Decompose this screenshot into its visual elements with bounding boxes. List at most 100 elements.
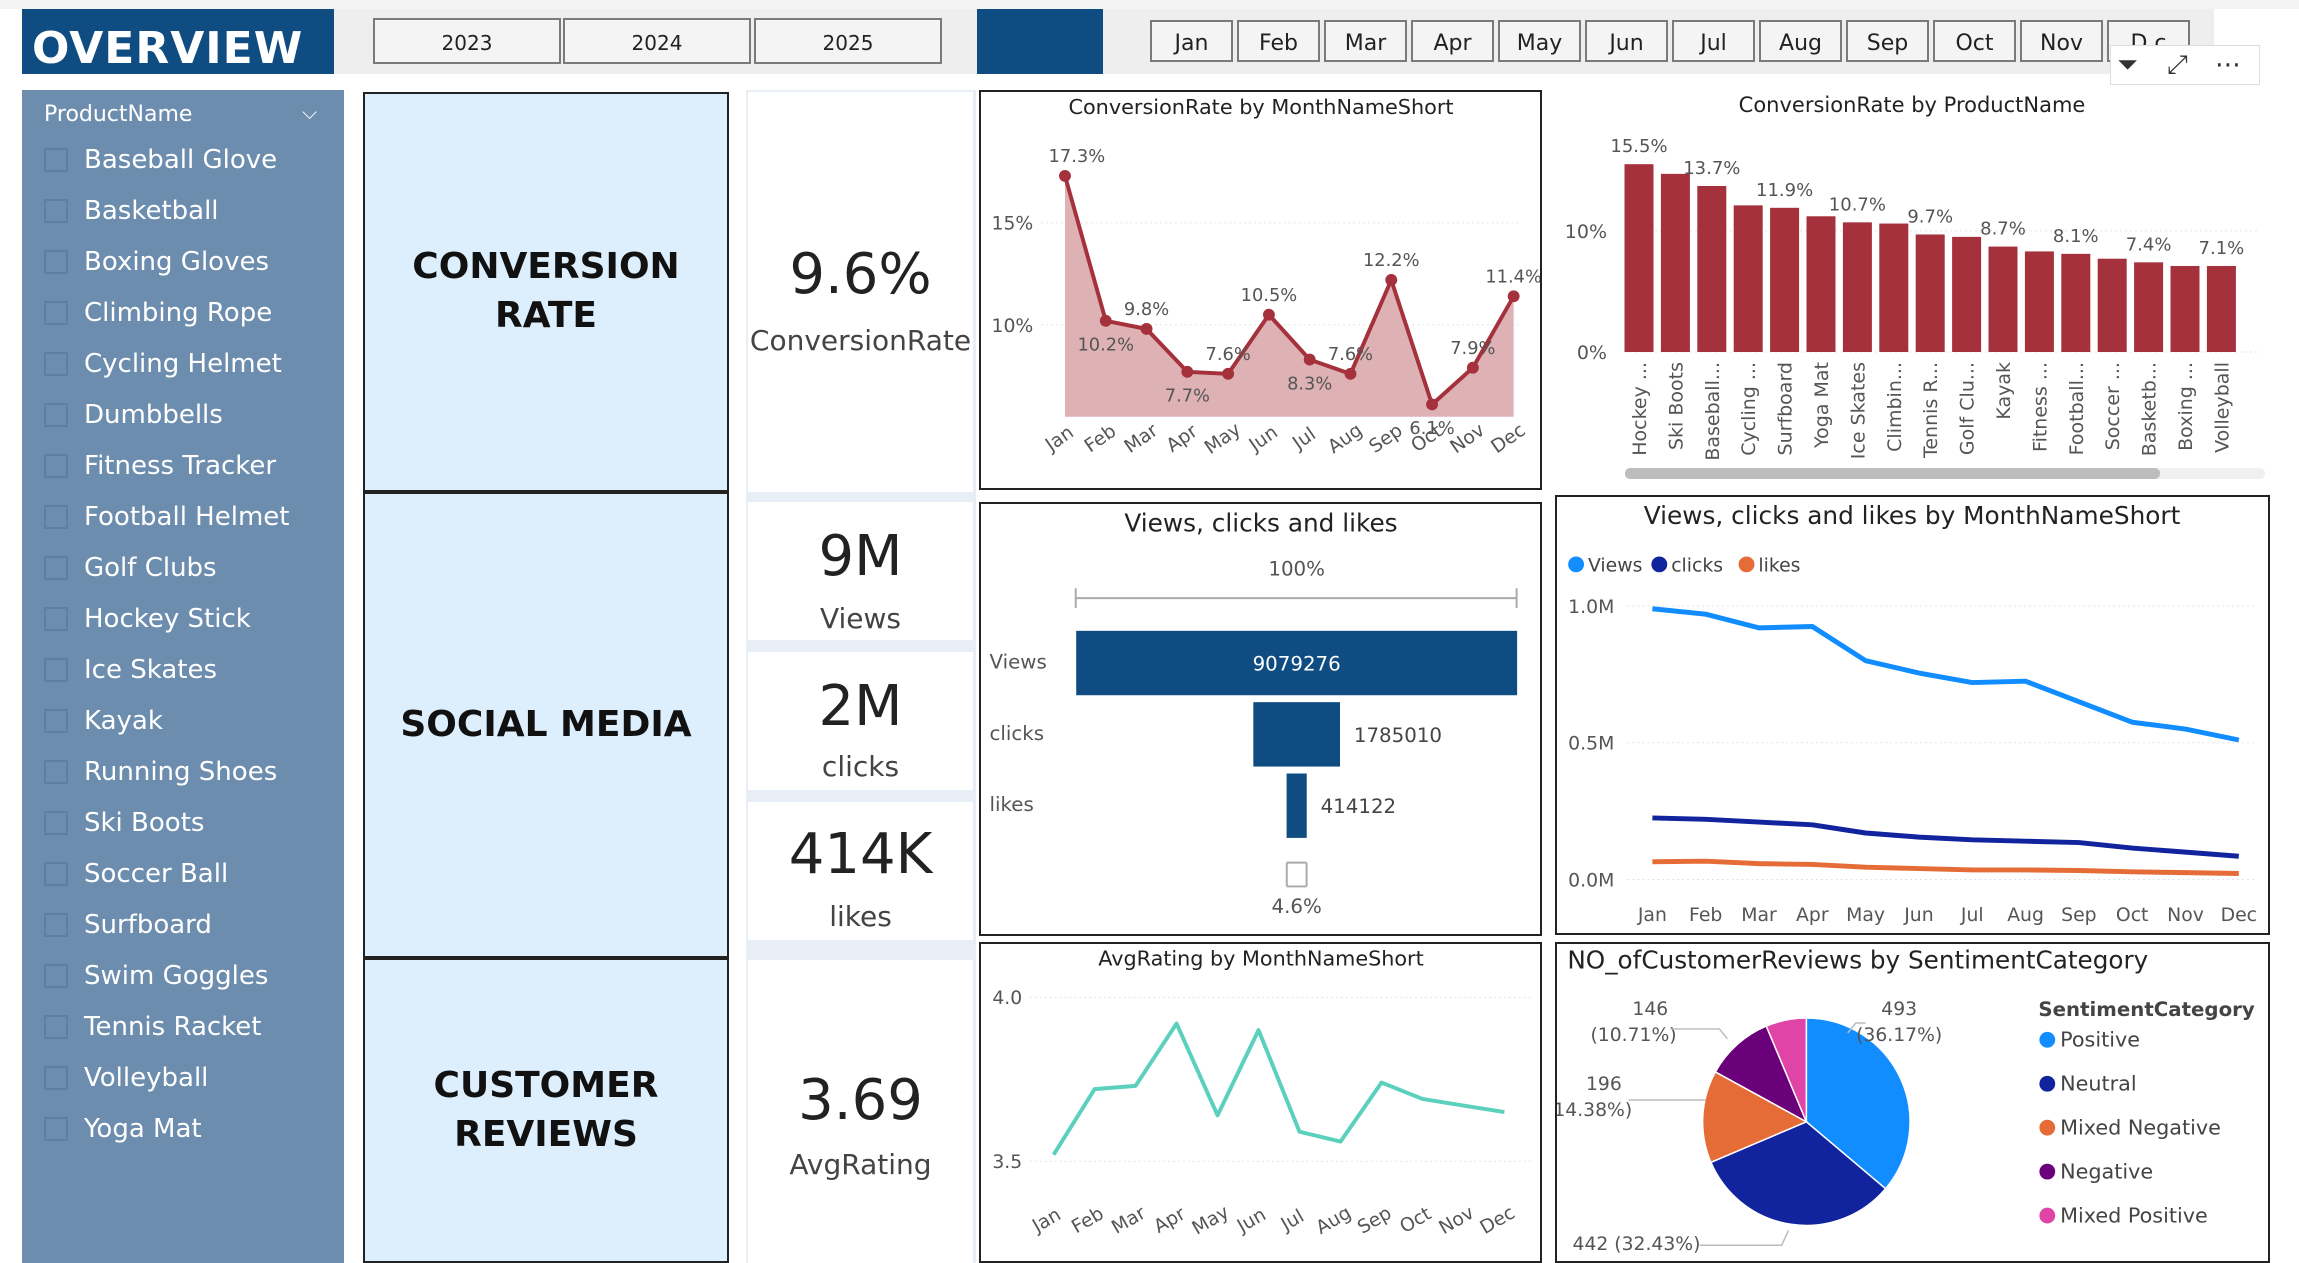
product-bar[interactable] xyxy=(2024,251,2054,352)
data-point[interactable] xyxy=(1344,367,1357,380)
month-button[interactable]: Jul xyxy=(1672,20,1755,62)
month-button[interactable]: Oct xyxy=(1933,20,2016,62)
funnel-chart[interactable]: Views, clicks and likes 100% Views 9079276 c… xyxy=(979,502,1542,936)
conversion-by-product-chart[interactable]: ConversionRate by ProductName 0% 10% 15.5% H… xyxy=(1555,90,2270,490)
data-point[interactable] xyxy=(1385,274,1398,286)
focus-mode-icon[interactable]: ⤢ xyxy=(2167,50,2188,81)
product-bar[interactable] xyxy=(1988,246,2018,352)
checkbox[interactable] xyxy=(44,964,68,988)
slicer-item[interactable]: Volleyball xyxy=(44,1058,208,1098)
product-bar[interactable] xyxy=(2170,265,2200,352)
product-bar[interactable] xyxy=(1770,207,1800,352)
product-bar[interactable] xyxy=(1842,222,1872,352)
funnel-bar[interactable] xyxy=(1286,773,1307,838)
slicer-item[interactable]: Kayak xyxy=(44,701,163,741)
checkbox[interactable] xyxy=(44,352,68,376)
checkbox[interactable] xyxy=(44,250,68,274)
slicer-item[interactable]: Fitness Tracker xyxy=(44,446,276,486)
data-point[interactable] xyxy=(1466,361,1479,374)
checkbox[interactable] xyxy=(44,1117,68,1141)
data-point[interactable] xyxy=(1059,169,1071,182)
data-point[interactable] xyxy=(1181,365,1194,378)
product-bar[interactable] xyxy=(1624,164,1654,352)
month-button[interactable]: Mar xyxy=(1324,20,1407,62)
data-point[interactable] xyxy=(1303,353,1316,366)
slicer-item[interactable]: Dumbbells xyxy=(44,395,223,435)
rating-line[interactable] xyxy=(1051,1021,1505,1156)
slicer-item[interactable]: Golf Clubs xyxy=(44,548,217,588)
data-point[interactable] xyxy=(1426,398,1439,411)
checkbox[interactable] xyxy=(44,862,68,886)
slicer-item[interactable]: Boxing Gloves xyxy=(44,242,269,282)
checkbox[interactable] xyxy=(44,1015,68,1039)
checkbox[interactable] xyxy=(44,505,68,529)
slicer-item[interactable]: Hockey Stick xyxy=(44,599,251,639)
slicer-item[interactable]: Soccer Ball xyxy=(44,854,228,894)
checkbox[interactable] xyxy=(44,403,68,427)
checkbox[interactable] xyxy=(44,301,68,325)
reviews-by-sentiment-chart[interactable]: NO_ofCustomerReviews by SentimentCategor… xyxy=(1555,942,2270,1263)
product-bar[interactable] xyxy=(1952,236,1982,352)
checkbox[interactable] xyxy=(44,556,68,580)
more-options-icon[interactable]: ⋯ xyxy=(2215,50,2241,80)
slicer-item[interactable]: Yoga Mat xyxy=(44,1109,202,1149)
product-bar[interactable] xyxy=(2134,262,2164,352)
product-bar[interactable] xyxy=(1806,216,1836,352)
product-bar[interactable] xyxy=(2206,265,2236,352)
slicer-item[interactable]: Baseball Glove xyxy=(44,140,277,180)
month-button[interactable]: May xyxy=(1498,20,1581,62)
filter-icon[interactable]: ⏷ xyxy=(2117,50,2138,81)
product-bar[interactable] xyxy=(1879,223,1909,352)
data-point[interactable] xyxy=(1262,308,1275,321)
checkbox[interactable] xyxy=(44,607,68,631)
checkbox[interactable] xyxy=(44,1066,68,1090)
month-button[interactable]: Aug xyxy=(1759,20,1842,62)
series-line-views[interactable] xyxy=(1652,606,2240,743)
data-point[interactable] xyxy=(1099,314,1112,327)
checkbox[interactable] xyxy=(44,811,68,835)
data-point[interactable] xyxy=(1222,367,1235,380)
slicer-item[interactable]: Ski Boots xyxy=(44,803,204,843)
month-button[interactable]: Jan xyxy=(1150,20,1233,62)
slicer-item[interactable]: Cycling Helmet xyxy=(44,344,282,384)
data-point[interactable] xyxy=(1140,323,1153,335)
product-bar[interactable] xyxy=(2061,253,2091,352)
series-line-likes[interactable] xyxy=(1652,858,2239,876)
product-bar[interactable] xyxy=(2097,258,2127,352)
product-bar[interactable] xyxy=(1915,234,1945,352)
checkbox[interactable] xyxy=(44,760,68,784)
month-button[interactable]: Jun xyxy=(1585,20,1668,62)
slicer-item[interactable]: Running Shoes xyxy=(44,752,277,792)
month-button[interactable]: Feb xyxy=(1237,20,1320,62)
data-point[interactable] xyxy=(1507,290,1520,303)
product-bar[interactable] xyxy=(1660,173,1690,352)
engagement-by-month-chart[interactable]: Views, clicks and likes by MonthNameShor… xyxy=(1555,495,2270,935)
checkbox[interactable] xyxy=(44,658,68,682)
month-button[interactable]: Sep xyxy=(1846,20,1929,62)
checkbox[interactable] xyxy=(44,148,68,172)
slicer-item[interactable]: Ice Skates xyxy=(44,650,217,690)
year-button[interactable]: 2025 xyxy=(754,18,942,64)
series-line-clicks[interactable] xyxy=(1652,815,2239,859)
checkbox[interactable] xyxy=(44,709,68,733)
checkbox[interactable] xyxy=(44,454,68,478)
slicer-item[interactable]: Swim Goggles xyxy=(44,956,268,996)
slicer-item[interactable]: Climbing Rope xyxy=(44,293,272,333)
year-button[interactable]: 2024 xyxy=(563,18,751,64)
checkbox[interactable] xyxy=(44,913,68,937)
checkbox[interactable] xyxy=(44,199,68,223)
month-button[interactable]: Nov xyxy=(2020,20,2103,62)
slicer-item[interactable]: Basketball xyxy=(44,191,219,231)
product-bar[interactable] xyxy=(1697,185,1727,352)
rating-by-month-chart[interactable]: AvgRating by MonthNameShort3.54.0Jan Feb M… xyxy=(979,942,1542,1263)
year-button[interactable]: 2023 xyxy=(373,18,561,64)
slicer-item[interactable]: Surfboard xyxy=(44,905,212,945)
slicer-item[interactable]: Football Helmet xyxy=(44,497,289,537)
chevron-down-icon[interactable]: ⌵ xyxy=(302,100,317,124)
scrollbar-thumb[interactable] xyxy=(1625,468,2160,479)
month-button[interactable]: Apr xyxy=(1411,20,1494,62)
slicer-item[interactable]: Tennis Racket xyxy=(44,1007,262,1047)
product-bar[interactable] xyxy=(1733,205,1763,352)
conversion-by-month-chart[interactable]: ConversionRate by MonthNameShort 10% 15% 17… xyxy=(979,90,1542,490)
funnel-bar[interactable] xyxy=(1253,702,1341,767)
